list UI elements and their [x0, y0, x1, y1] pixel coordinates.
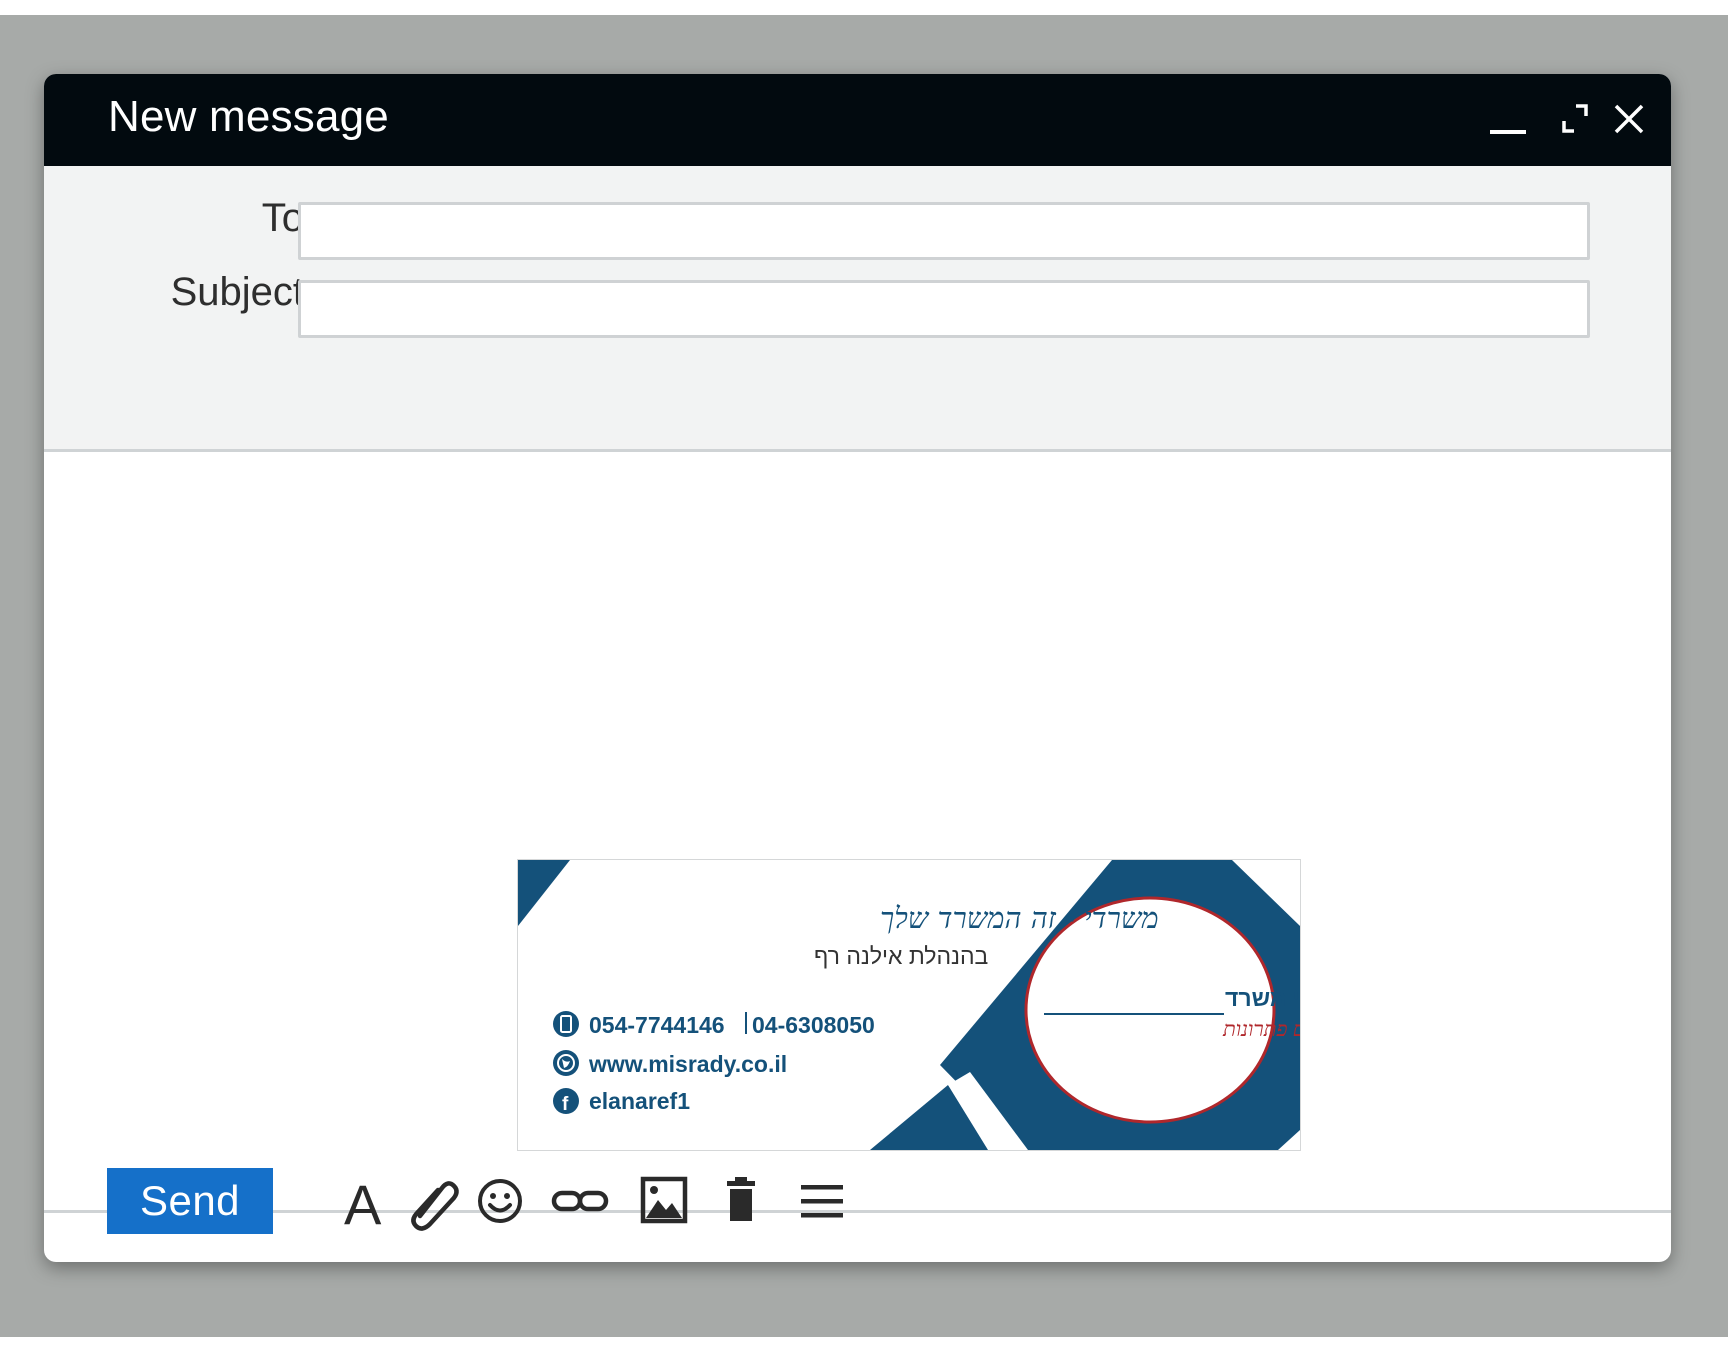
more-options-icon[interactable] — [792, 1170, 852, 1232]
footer-divider — [44, 1210, 1671, 1213]
compose-window: New message To Subject י משרד פתרונות מש… — [44, 74, 1671, 1262]
signature-manager: בהנהלת אילנה רף — [814, 943, 988, 969]
emoji-icon[interactable] — [470, 1170, 530, 1232]
mobile-icon — [553, 1011, 579, 1037]
signature-mobile: 054-7744146 — [589, 1012, 725, 1038]
logo-title: משרדי– שירותי משרד — [1225, 985, 1300, 1011]
signature-corner-triangle — [518, 860, 570, 926]
to-input[interactable] — [298, 202, 1590, 260]
svg-text:f: f — [562, 1094, 569, 1115]
compose-titlebar: New message — [44, 74, 1671, 166]
email-signature: משרדי– שירותי משרד יוצרים עבורכם פתרונות… — [517, 859, 1301, 1151]
text-format-icon[interactable]: A — [340, 1170, 400, 1232]
image-icon[interactable] — [634, 1170, 694, 1232]
to-label: To — [261, 196, 304, 240]
expand-icon[interactable] — [1556, 74, 1596, 166]
signature-website: www.misrady.co.il — [588, 1051, 787, 1077]
trash-icon[interactable] — [716, 1170, 776, 1232]
minimize-icon[interactable] — [1484, 74, 1532, 166]
attach-icon[interactable] — [404, 1170, 464, 1232]
svg-text:A: A — [344, 1173, 382, 1232]
subject-label: Subject — [170, 270, 304, 314]
logo-tagline: יוצרים עבורכם פתרונות — [1222, 1017, 1300, 1041]
subject-input[interactable] — [298, 280, 1590, 338]
signature-facebook: elanaref1 — [589, 1088, 690, 1114]
signature-phone: 04-6308050 — [752, 1012, 875, 1038]
link-icon[interactable] — [550, 1170, 610, 1232]
send-button[interactable]: Send — [107, 1168, 273, 1234]
window-title: New message — [108, 92, 389, 141]
close-icon[interactable] — [1610, 74, 1650, 166]
signature-slogan: משרדי - זה המשרד שלך — [880, 901, 1159, 935]
